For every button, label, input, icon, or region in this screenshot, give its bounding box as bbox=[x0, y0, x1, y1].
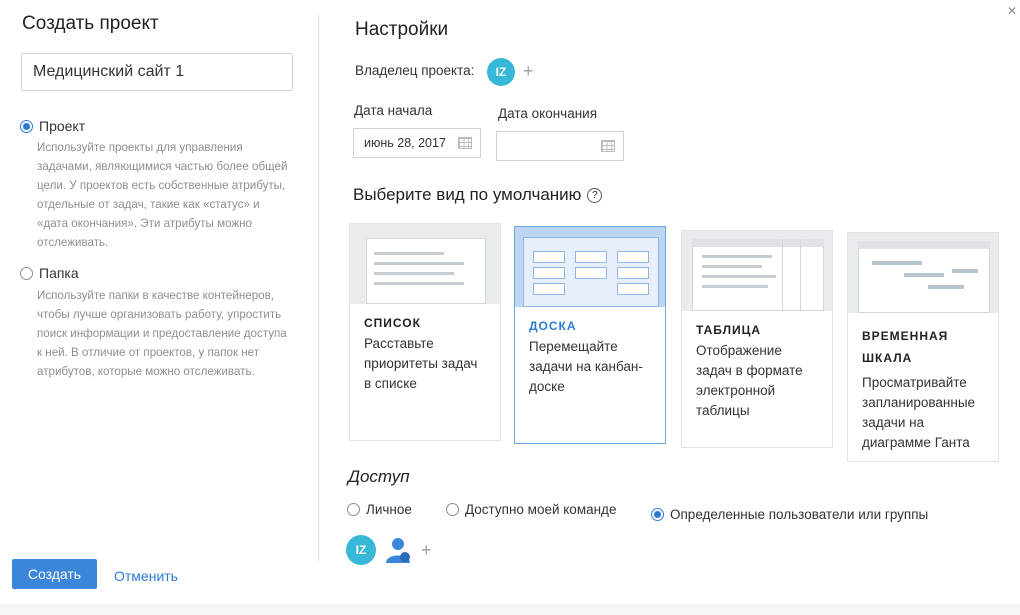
add-owner-plus-icon[interactable]: + bbox=[523, 61, 534, 82]
view-card-board[interactable]: ДОСКА Перемещайте задачи на канбан-доске bbox=[514, 226, 666, 444]
timeline-card-desc: Просматривайте запланированные задачи на… bbox=[862, 375, 976, 450]
end-date-label: Дата окончания bbox=[498, 106, 598, 121]
views-title-text: Выберите вид по умолчанию bbox=[353, 185, 582, 204]
member-avatar[interactable]: IZ bbox=[346, 535, 376, 565]
create-project-panel: Создать проект Проект Используйте проект… bbox=[0, 0, 318, 615]
access-option-specific[interactable]: Определенные пользователи или группы bbox=[651, 507, 928, 522]
folder-radio-label: Папка bbox=[39, 265, 79, 281]
access-option-team[interactable]: Доступно моей команде bbox=[446, 502, 616, 517]
project-description: Используйте проекты для управления задач… bbox=[37, 141, 288, 249]
table-card-desc: Отображение задач в формате электронной … bbox=[696, 343, 803, 418]
calendar-icon[interactable] bbox=[458, 137, 472, 149]
bottom-strip bbox=[0, 604, 1020, 615]
access-title: Доступ bbox=[348, 467, 410, 486]
create-button[interactable]: Создать bbox=[12, 559, 97, 589]
end-date-field[interactable] bbox=[496, 131, 624, 161]
list-thumbnail bbox=[350, 224, 500, 304]
view-card-table[interactable]: ТАБЛИЦА Отображение задач в формате элек… bbox=[681, 230, 833, 448]
list-card-title: СПИСОК bbox=[364, 316, 421, 330]
table-thumbnail bbox=[682, 231, 832, 311]
add-member-plus-icon[interactable]: + bbox=[421, 540, 432, 561]
type-option-project[interactable]: Проект bbox=[20, 118, 85, 134]
timeline-card-title: ВРЕМЕННАЯ ШКАЛА bbox=[862, 329, 949, 365]
table-card-title: ТАБЛИЦА bbox=[696, 323, 762, 337]
type-option-folder[interactable]: Папка bbox=[20, 265, 79, 281]
project-name-input[interactable] bbox=[21, 53, 293, 91]
start-date-label: Дата начала bbox=[354, 103, 433, 118]
board-card-desc: Перемещайте задачи на канбан-доске bbox=[529, 339, 643, 394]
team-label: Доступно моей команде bbox=[465, 502, 617, 517]
view-card-timeline[interactable]: ВРЕМЕННАЯ ШКАЛА Просматривайте запланиро… bbox=[847, 232, 999, 462]
board-thumbnail bbox=[515, 227, 665, 307]
specific-radio[interactable] bbox=[651, 508, 664, 521]
view-card-list[interactable]: СПИСОК Расставьте приоритеты задач в спи… bbox=[349, 223, 501, 441]
private-radio[interactable] bbox=[347, 503, 360, 516]
start-date-value: июнь 28, 2017 bbox=[364, 136, 446, 150]
list-card-desc: Расставьте приоритеты задач в списке bbox=[364, 336, 478, 391]
calendar-icon[interactable] bbox=[601, 140, 615, 152]
team-radio[interactable] bbox=[446, 503, 459, 516]
access-option-private[interactable]: Личное bbox=[347, 502, 412, 517]
timeline-thumbnail bbox=[848, 233, 998, 313]
board-card-title: ДОСКА bbox=[529, 319, 577, 333]
owner-label: Владелец проекта: bbox=[355, 63, 475, 78]
settings-title: Настройки bbox=[355, 19, 449, 40]
folder-radio[interactable] bbox=[20, 266, 33, 280]
views-title: Выберите вид по умолчанию? bbox=[353, 185, 603, 205]
specific-label: Определенные пользователи или группы bbox=[670, 507, 929, 522]
cancel-link[interactable]: Отменить bbox=[114, 568, 178, 584]
panel-divider bbox=[318, 14, 319, 562]
project-radio-label: Проект bbox=[39, 118, 86, 134]
help-icon[interactable]: ? bbox=[587, 188, 603, 203]
folder-description: Используйте папки в качестве контейнеров… bbox=[37, 289, 287, 378]
owner-avatar[interactable]: IZ bbox=[487, 58, 515, 86]
close-icon[interactable]: ✕ bbox=[1007, 4, 1017, 18]
private-label: Личное bbox=[366, 502, 412, 517]
user-group-icon[interactable] bbox=[384, 535, 412, 565]
panel-title: Создать проект bbox=[22, 13, 159, 34]
project-radio[interactable] bbox=[20, 119, 33, 133]
start-date-field[interactable]: июнь 28, 2017 bbox=[353, 128, 481, 158]
